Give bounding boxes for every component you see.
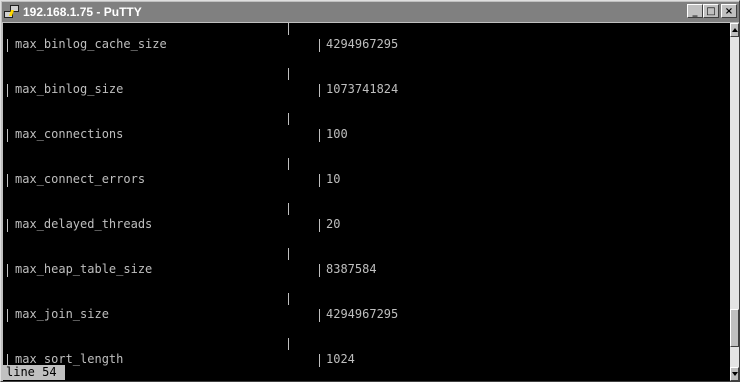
terminal-row: max_connect_errors 10 [3,158,730,203]
column-separator [288,338,289,350]
variable-name: max_binlog_cache_size [15,37,167,51]
variable-name: max_binlog_size [15,82,124,96]
column-separator [288,203,289,215]
row-left-border [7,264,8,277]
variable-value: 1024 [326,352,355,366]
variable-value: 20 [326,217,341,231]
variable-value: 10 [326,172,341,186]
close-button[interactable]: × [721,4,737,18]
close-icon: × [724,5,734,17]
scroll-up-button[interactable] [730,23,739,37]
terminal-screen[interactable]: max_binlog_cache_size 4294967295 max_binlo… [3,23,730,381]
minimize-button[interactable]: _ [687,4,703,18]
variable-name: max_delayed_threads [15,217,153,231]
terminal-row: max_sort_length 1024 [3,338,730,381]
variable-name: max_join_size [15,307,109,321]
status-line: line 54 [3,365,65,380]
column-divider [319,354,320,367]
variable-name: max_connections [15,127,124,141]
column-divider [319,219,320,232]
scroll-down-button[interactable] [730,367,739,381]
column-separator [288,68,289,80]
column-separator [288,113,289,125]
maximize-icon: □ [706,5,716,17]
column-separator [288,23,289,35]
variable-name: max_heap_table_size [15,262,153,276]
terminal-row: max_delayed_threads 20 [3,203,730,248]
column-divider [319,129,320,142]
putty-app-icon[interactable] [4,4,20,20]
terminal-row: max_heap_table_size 8387584 [3,248,730,293]
terminal-row: max_join_size 4294967295 [3,293,730,338]
window-controls: _ □ × [687,4,737,18]
row-left-border [7,174,8,187]
title-bar[interactable]: 192.168.1.75 - PuTTY _ □ × [2,2,739,22]
column-divider [319,264,320,277]
column-divider [319,84,320,97]
arrow-up-icon [732,28,738,32]
column-separator [288,293,289,305]
terminal-row: max_connections 100 [3,113,730,158]
row-left-border [7,219,8,232]
row-left-border [7,309,8,322]
maximize-button[interactable]: □ [703,4,719,18]
putty-window: 192.168.1.75 - PuTTY _ □ × max_binlog_ca… [0,0,740,382]
scroll-thumb[interactable] [730,309,739,347]
row-left-border [7,39,8,52]
column-separator [288,248,289,260]
column-divider [319,39,320,52]
terminal-row: max_binlog_size 1073741824 [3,68,730,113]
arrow-down-icon [732,372,738,376]
column-divider [319,309,320,322]
vertical-scrollbar[interactable] [730,23,739,381]
terminal-row: max_binlog_cache_size 4294967295 [3,23,730,68]
window-title: 192.168.1.75 - PuTTY [23,5,142,19]
column-separator [288,158,289,170]
variable-value: 1073741824 [326,82,399,96]
variable-value: 4294967295 [326,37,399,51]
row-left-border [7,129,8,142]
row-left-border [7,84,8,97]
variable-value: 100 [326,127,348,141]
variable-value: 4294967295 [326,307,399,321]
variable-value: 8387584 [326,262,377,276]
variable-name: max_connect_errors [15,172,146,186]
minimize-icon: _ [692,5,698,17]
column-divider [319,174,320,187]
